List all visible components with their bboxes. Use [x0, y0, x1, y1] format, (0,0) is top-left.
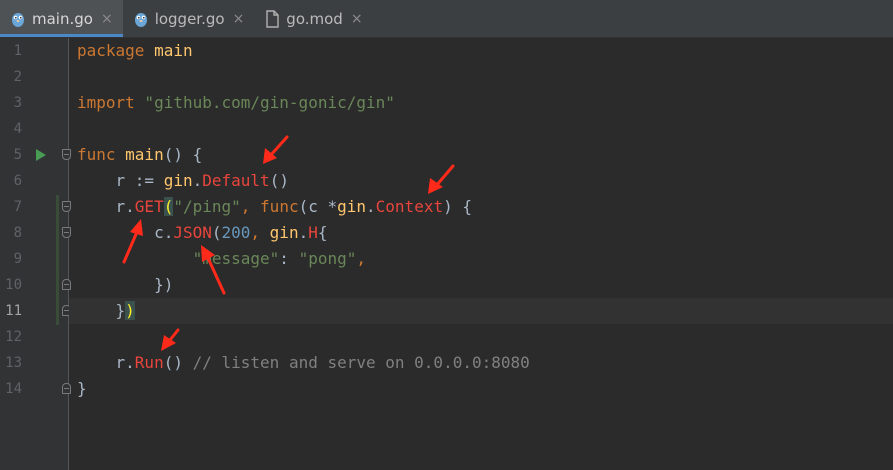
code-text: .	[192, 171, 203, 190]
code-text: (	[211, 223, 222, 242]
keyword: import	[77, 93, 135, 112]
line-number: 12	[5, 329, 22, 345]
package-ref: gin	[337, 197, 367, 216]
code-line-5: func main() {	[69, 142, 893, 168]
code-line-1: package main	[69, 38, 893, 64]
code-line-3: import "github.com/gin-gonic/gin"	[69, 90, 893, 116]
close-icon[interactable]: ×	[351, 11, 363, 27]
package-ref: gin	[269, 223, 299, 242]
type-name: H	[308, 223, 318, 242]
code-text: () {	[163, 145, 203, 164]
line-gutter: 1 2 3 4 5 6 7 8 9 10 11 12 13 14	[0, 38, 71, 470]
tab-main-go[interactable]: main.go ×	[0, 0, 123, 37]
string-literal: "message"	[192, 249, 280, 268]
function-name: main	[115, 145, 164, 164]
code-text: r.	[77, 197, 135, 216]
string-literal: "pong"	[298, 249, 357, 268]
line-number: 7	[13, 199, 22, 215]
code-text: :	[279, 249, 299, 268]
line-number: 6	[13, 173, 22, 189]
keyword: package	[77, 41, 145, 60]
code-text: }	[77, 379, 87, 398]
editor-tab-bar: main.go × logger.go × go.mod ×	[0, 0, 893, 38]
code-text: r.	[77, 353, 135, 372]
close-icon[interactable]: ×	[233, 11, 245, 27]
keyword: func	[260, 197, 299, 216]
code-text: {	[317, 223, 328, 242]
package-ref: gin	[163, 171, 193, 190]
type-name: Context	[375, 197, 444, 216]
gopher-icon	[12, 12, 24, 27]
line-number: 14	[5, 381, 22, 397]
line-number: 10	[5, 277, 22, 293]
code-text: ) {	[443, 197, 472, 216]
code-text: ()	[163, 353, 193, 372]
tab-label: go.mod	[286, 9, 343, 28]
method-call: JSON	[173, 223, 212, 242]
line-number: 9	[13, 251, 22, 267]
string-literal: "github.com/gin-gonic/gin"	[134, 93, 395, 112]
code-text: }	[115, 301, 126, 320]
code-line-9: "message": "pong",	[69, 246, 893, 272]
code-text: r :=	[77, 171, 164, 190]
keyword: func	[77, 145, 116, 164]
matched-paren: (	[163, 197, 174, 216]
method-call: GET	[134, 197, 164, 216]
code-editor[interactable]: package main import "github.com/gin-goni…	[69, 38, 893, 470]
tab-go-mod[interactable]: go.mod ×	[254, 0, 372, 37]
punctuation: ,	[250, 223, 270, 242]
code-text: .	[298, 223, 309, 242]
line-number: 11	[5, 303, 22, 319]
string-literal: "/ping"	[173, 197, 241, 216]
code-text: (c *	[298, 197, 338, 216]
punctuation: ,	[356, 249, 366, 268]
line-number: 3	[13, 95, 22, 111]
method-call: Default	[202, 171, 270, 190]
line-number: 2	[13, 69, 22, 85]
code-line-13: r.Run() // listen and serve on 0.0.0.0:8…	[69, 350, 893, 376]
comment: // listen and serve on 0.0.0.0:8080	[192, 353, 530, 372]
line-number: 1	[13, 43, 22, 59]
code-text: })	[77, 275, 174, 294]
number-literal: 200	[221, 223, 251, 242]
tab-label: logger.go	[154, 9, 225, 28]
line-number: 5	[13, 147, 22, 163]
code-line-7: r.GET("/ping", func(c *gin.Context) {	[69, 194, 893, 220]
code-line-8: c.JSON(200, gin.H{	[69, 220, 893, 246]
matched-paren: )	[125, 301, 135, 320]
punctuation: ,	[240, 197, 261, 216]
code-text: c.	[77, 223, 174, 242]
code-line-6: r := gin.Default()	[69, 168, 893, 194]
editor-window: main.go × logger.go × go.mod × 1 2 3 4 5…	[0, 0, 893, 470]
gopher-icon	[134, 12, 147, 27]
code-text: ()	[269, 171, 289, 190]
code-line-14: }	[69, 376, 893, 402]
tab-logger-go[interactable]: logger.go ×	[123, 0, 255, 37]
code-line-11: })	[69, 298, 893, 324]
vcs-change-marker	[56, 195, 59, 325]
run-icon[interactable]	[36, 149, 46, 161]
method-call: Run	[134, 353, 164, 372]
close-icon[interactable]: ×	[101, 11, 113, 27]
code-line-10: })	[69, 272, 893, 298]
line-number: 8	[13, 225, 22, 241]
code-text: .	[366, 197, 376, 216]
line-number: 13	[5, 355, 22, 371]
tab-label: main.go	[32, 9, 93, 28]
line-number: 4	[13, 121, 22, 137]
file-icon	[266, 9, 279, 28]
identifier: main	[144, 41, 193, 60]
